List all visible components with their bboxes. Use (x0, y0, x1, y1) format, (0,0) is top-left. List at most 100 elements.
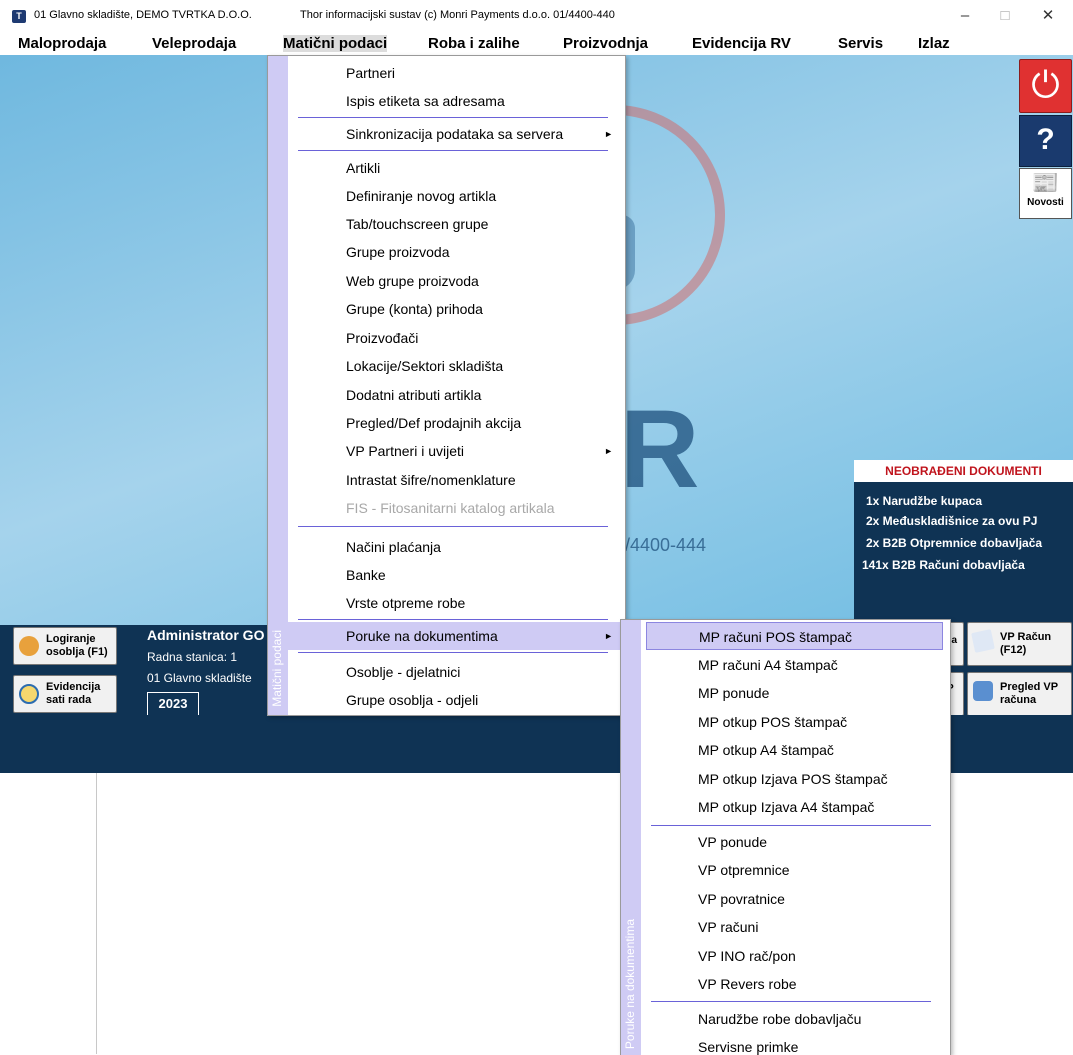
window-title-location: 01 Glavno skladište, DEMO TVRTKA D.O.O. (34, 9, 252, 21)
menu-item-label: Ispis etiketa sa adresama (346, 93, 505, 109)
vp-invoice-line2: (F12) (1000, 644, 1027, 656)
submenu-item-narudzbe-dobavljacu[interactable]: Narudžbe robe dobavljaču (646, 1005, 943, 1033)
vp-invoice-button[interactable]: VP Račun (F12) (967, 622, 1072, 666)
menu-item-label: VP Revers robe (698, 976, 797, 992)
menu-item-touchscreen-grupe[interactable]: Tab/touchscreen grupe (288, 210, 625, 238)
menu-item-label: MP otkup Izjava A4 štampač (698, 799, 875, 815)
menu-item-label: Dodatni atributi artikla (346, 387, 482, 403)
menu-item-label: Načini plaćanja (346, 539, 441, 555)
submenu-arrow-icon: ► (604, 631, 613, 641)
vp-invoice-review-button[interactable]: Pregled VP računa (967, 672, 1072, 716)
menu-item-label: Partneri (346, 65, 396, 81)
vp-review-line1: Pregled VP (1000, 681, 1059, 693)
menu-item-prodajne-akcije[interactable]: Pregled/Def prodajnih akcija (288, 409, 625, 437)
menu-item-label: VP INO rač/pon (698, 948, 796, 964)
submenu-item-vp-povratnice[interactable]: VP povratnice (646, 885, 943, 913)
menu-item-artikli[interactable]: Artikli (288, 154, 625, 182)
vp-invoice-label: VP Račun (F12) (1000, 631, 1051, 657)
menu-item-label: Narudžbe robe dobavljaču (698, 1011, 862, 1027)
menu-item-proizvodaci[interactable]: Proizvođači (288, 324, 625, 352)
docs-item[interactable]: 2x B2B Otpremnice dobavljača (866, 536, 1042, 550)
submenu-item-servisne-primke[interactable]: Servisne primke (646, 1033, 943, 1055)
close-window-button[interactable]: ✕ (1028, 4, 1068, 28)
menu-item-label: Intrastat šifre/nomenklature (346, 472, 516, 488)
menu-item-osoblje[interactable]: Osoblje - djelatnici (288, 658, 625, 686)
menu-item-banke[interactable]: Banke (288, 561, 625, 589)
menu-item-ispis-etiketa[interactable]: Ispis etiketa sa adresama (288, 87, 625, 115)
workstation-label: Radna stanica: 1 (147, 650, 238, 664)
menu-izlaz[interactable]: Izlaz (918, 35, 950, 52)
submenu-item-vp-ponude[interactable]: VP ponude (646, 828, 943, 856)
submenu-item-mp-otkup-a4[interactable]: MP otkup A4 štampač (646, 736, 943, 764)
year-selector[interactable]: 2023 (147, 692, 199, 716)
menu-item-grupe-osoblja[interactable]: Grupe osoblja - odjeli (288, 686, 625, 714)
submenu-item-mp-otkup-pos[interactable]: MP otkup POS štampač (646, 708, 943, 736)
menu-servis[interactable]: Servis (838, 35, 883, 52)
menu-separator (298, 117, 608, 118)
menu-roba-i-zalihe[interactable]: Roba i zalihe (428, 35, 520, 52)
menu-item-label: Tab/touchscreen grupe (346, 216, 489, 232)
current-user-name: Administrator GO (147, 627, 265, 643)
submenu-item-vp-otpremnice[interactable]: VP otpremnice (646, 856, 943, 884)
submenu-arrow-icon: ► (604, 446, 613, 456)
menu-item-label: Pregled/Def prodajnih akcija (346, 415, 522, 431)
maximize-button[interactable]: □ (985, 4, 1025, 28)
content-divider (96, 773, 97, 1054)
menu-item-atributi[interactable]: Dodatni atributi artikla (288, 381, 625, 409)
submenu-item-mp-racuni-a4[interactable]: MP računi A4 štampač (646, 651, 943, 679)
menu-item-label: MP računi A4 štampač (698, 657, 838, 673)
menu-proizvodnja[interactable]: Proizvodnja (563, 35, 648, 52)
menu-item-label: Web grupe proizvoda (346, 273, 479, 289)
poruke-submenu: Poruke na dokumentima MP računi POS štam… (620, 619, 951, 1055)
menu-item-grupe-prihoda[interactable]: Grupe (konta) prihoda (288, 295, 625, 323)
news-button[interactable]: 📰 Novosti (1019, 168, 1072, 219)
submenu-side-label: Poruke na dokumentima (623, 918, 637, 1049)
submenu-item-vp-ino[interactable]: VP INO rač/pon (646, 942, 943, 970)
menu-evidencija-rv[interactable]: Evidencija RV (692, 35, 791, 52)
login-staff-button[interactable]: Logiranje osoblja (F1) (13, 627, 117, 665)
menu-item-label: MP otkup Izjava POS štampač (698, 771, 888, 787)
menu-item-sinkronizacija[interactable]: Sinkronizacija podataka sa servera ► (288, 120, 625, 148)
menu-item-grupe-proizvoda[interactable]: Grupe proizvoda (288, 238, 625, 266)
menu-item-novi-artikl[interactable]: Definiranje novog artikla (288, 182, 625, 210)
menu-item-partneri[interactable]: Partneri (288, 59, 625, 87)
menu-separator (298, 652, 608, 653)
menu-maticni-podaci[interactable]: Matični podaci (283, 35, 388, 52)
logo-phone: /4400-444 (625, 535, 707, 555)
attendance-line2: sati rada (46, 694, 92, 706)
submenu-item-mp-izjava-a4[interactable]: MP otkup Izjava A4 štampač (646, 793, 943, 821)
menu-item-label: Definiranje novog artikla (346, 188, 497, 204)
attendance-button[interactable]: Evidencija sati rada (13, 675, 117, 713)
help-button[interactable]: ? (1019, 115, 1072, 167)
menu-item-vp-partneri[interactable]: VP Partneri i uvijeti ► (288, 437, 625, 465)
menu-item-web-grupe[interactable]: Web grupe proizvoda (288, 267, 625, 295)
news-label: Novosti (1027, 197, 1064, 208)
menu-separator (651, 1001, 931, 1002)
menu-item-intrastat[interactable]: Intrastat šifre/nomenklature (288, 466, 625, 494)
docs-item[interactable]: 2x Međuskladišnice za ovu PJ (866, 514, 1037, 528)
search-document-icon (973, 681, 993, 701)
submenu-item-mp-ponude[interactable]: MP ponude (646, 679, 943, 707)
clock-icon (19, 684, 39, 704)
minimize-button[interactable]: – (945, 4, 985, 28)
menu-veleprodaja[interactable]: Veleprodaja (152, 35, 236, 52)
menu-item-poruke-na-dokumentima[interactable]: Poruke na dokumentima ► (288, 622, 625, 650)
logo-letter: R (620, 388, 700, 511)
menu-maloprodaja[interactable]: Maloprodaja (18, 35, 106, 52)
menu-separator (298, 619, 608, 620)
submenu-item-vp-racuni[interactable]: VP računi (646, 913, 943, 941)
power-button[interactable]: ⏻ (1019, 59, 1072, 113)
submenu-item-vp-revers[interactable]: VP Revers robe (646, 970, 943, 998)
docs-item[interactable]: 1x Narudžbe kupaca (866, 494, 982, 508)
menu-item-vrste-otpreme[interactable]: Vrste otpreme robe (288, 589, 625, 617)
menu-item-fis-katalog: FIS - Fitosanitarni katalog artikala (288, 494, 625, 522)
vp-review-label: Pregled VP računa (1000, 681, 1058, 707)
menu-item-label: Servisne primke (698, 1039, 799, 1055)
submenu-item-mp-racuni-pos[interactable]: MP računi POS štampač (646, 622, 943, 650)
menu-item-label: MP otkup A4 štampač (698, 742, 834, 758)
menu-item-nacini-placanja[interactable]: Načini plaćanja (288, 533, 625, 561)
menu-item-label: VP otpremnice (698, 862, 790, 878)
submenu-item-mp-izjava-pos[interactable]: MP otkup Izjava POS štampač (646, 765, 943, 793)
menu-item-lokacije[interactable]: Lokacije/Sektori skladišta (288, 352, 625, 380)
docs-item[interactable]: 141x B2B Računi dobavljača (862, 558, 1025, 572)
